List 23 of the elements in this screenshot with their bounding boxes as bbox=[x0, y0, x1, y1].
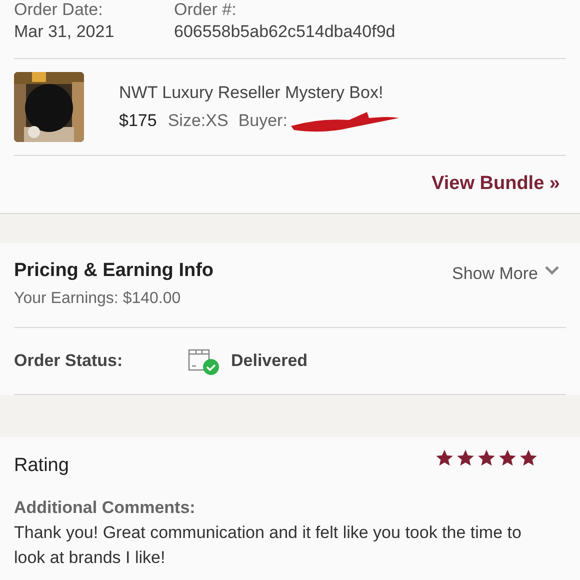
star-icon bbox=[498, 449, 517, 467]
buyer-label: Buyer: bbox=[238, 110, 288, 132]
order-number-label: Order #: bbox=[174, 0, 238, 20]
earnings-text: Your Earnings: $140.00 bbox=[14, 289, 182, 309]
star-icon bbox=[477, 449, 496, 467]
item-price: $175 bbox=[119, 110, 157, 132]
section-title: Pricing & Earning Info bbox=[14, 258, 214, 282]
order-status-label: Order Status: bbox=[14, 350, 124, 372]
order-date: Mar 31, 2021 bbox=[14, 21, 116, 43]
item-title[interactable]: NWT Luxury Reseller Mystery Box! bbox=[119, 80, 402, 106]
status-value: Delivered bbox=[231, 350, 308, 372]
item-size: Size:XS bbox=[168, 110, 228, 132]
star-icon bbox=[435, 449, 454, 467]
chevron-icon bbox=[544, 264, 560, 276]
order-number: 606558b5ab62c514dba40f9d bbox=[174, 21, 396, 43]
comment-text: Thank you! Great communication and it felt like you took the time to look at brands I like! bbox=[14, 522, 522, 569]
order-date-label: Order Date: bbox=[14, 0, 104, 20]
star-icon bbox=[456, 449, 475, 467]
comments-label: Additional Comments: bbox=[14, 496, 196, 518]
rating-title: Rating bbox=[14, 454, 69, 478]
star-icon bbox=[519, 449, 538, 467]
show-more-button[interactable]: Show More bbox=[452, 256, 560, 311]
view-bundle-link[interactable]: View Bundle » bbox=[432, 170, 560, 198]
